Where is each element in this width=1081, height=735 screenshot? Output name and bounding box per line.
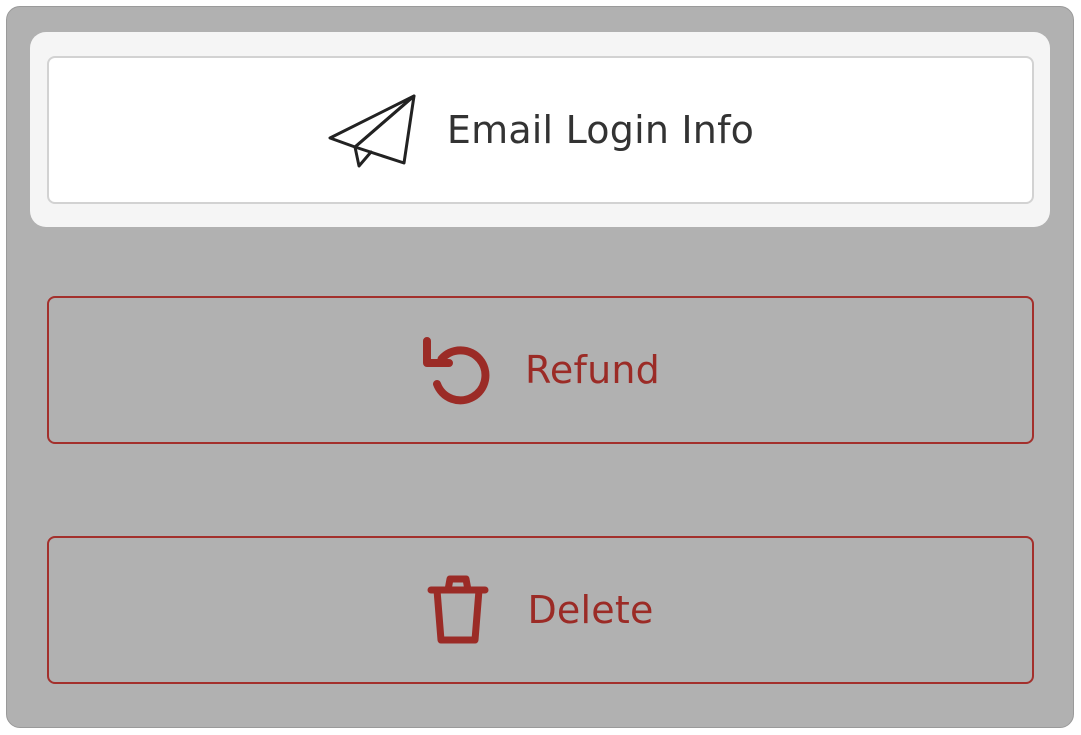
email-login-info-button[interactable]: Email Login Info bbox=[47, 56, 1034, 204]
delete-label: Delete bbox=[527, 588, 654, 632]
trash-icon bbox=[427, 574, 489, 646]
refund-button[interactable]: Refund bbox=[47, 296, 1034, 444]
refund-label: Refund bbox=[525, 348, 660, 392]
action-sheet-panel: Email Login Info Refund Delete bbox=[6, 6, 1074, 728]
delete-button[interactable]: Delete bbox=[47, 536, 1034, 684]
refund-undo-icon bbox=[421, 335, 491, 405]
paper-plane-icon bbox=[327, 92, 417, 168]
email-login-info-label: Email Login Info bbox=[446, 108, 755, 152]
